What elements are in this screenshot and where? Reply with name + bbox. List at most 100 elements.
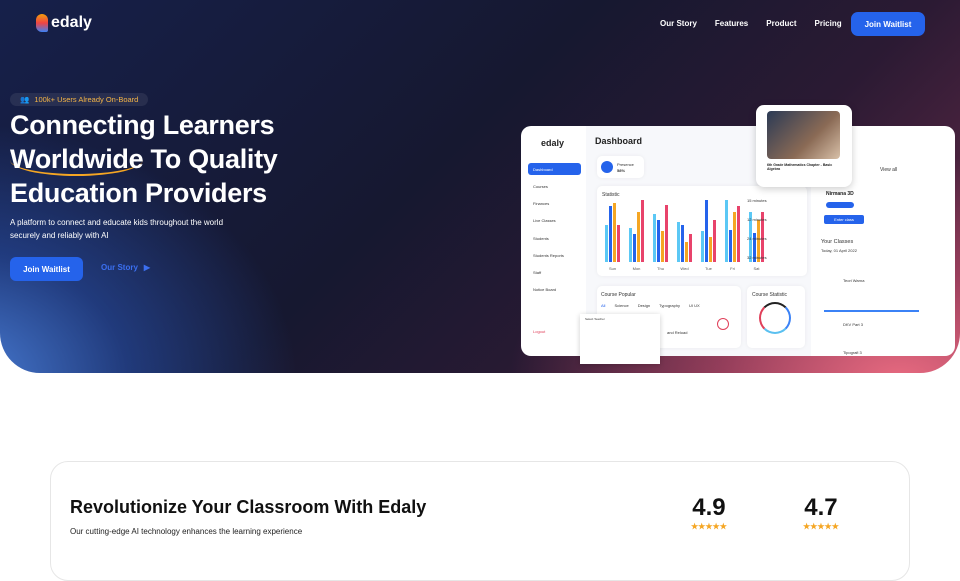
bar xyxy=(617,224,620,262)
presence-card: Presence 58% xyxy=(597,156,644,178)
statistic-title: Statistic xyxy=(602,192,620,198)
bar xyxy=(685,242,688,262)
day-label: Fri xyxy=(730,266,735,271)
bar xyxy=(733,212,736,262)
teacher-dropdown: Select Teacher xyxy=(580,314,660,364)
minutes-item: 15 minutes xyxy=(747,198,767,203)
dashboard-logo: edaly xyxy=(541,138,565,148)
bar xyxy=(713,219,716,262)
bar xyxy=(677,221,680,262)
hero-subtitle: A platform to connect and educate kids t… xyxy=(10,218,224,240)
course-tab: Science xyxy=(614,303,629,308)
play-icon: ▶ xyxy=(143,263,151,272)
stars-icon: ★★★★★ xyxy=(803,522,839,531)
sidebar-label: Courses xyxy=(533,183,548,189)
sidebar-item-courses: Courses xyxy=(528,180,581,192)
bar xyxy=(709,237,712,262)
bar xyxy=(633,234,636,262)
sidebar-item-students-reports: Students Reports xyxy=(528,249,581,261)
sidebar-item-logout: Logout xyxy=(528,325,581,337)
sidebar-label: Finances xyxy=(533,200,550,206)
dashboard-sidebar: edaly Dashboard Courses Finances Live Cl… xyxy=(521,126,586,356)
nav-product[interactable]: Product xyxy=(766,19,796,28)
title-line-3: Education Providers xyxy=(10,178,267,208)
bar xyxy=(641,200,644,262)
nav-pricing[interactable]: Pricing xyxy=(815,19,842,28)
bar xyxy=(653,213,656,262)
minutes-item: 32 minutes xyxy=(747,255,767,260)
nav-our-story[interactable]: Our Story xyxy=(660,19,697,28)
logo-text: edaly xyxy=(51,14,92,31)
day-label: Mon xyxy=(632,266,641,271)
rating-value: 4.9 xyxy=(692,494,726,521)
bar xyxy=(613,203,616,262)
bar-group xyxy=(701,200,716,262)
class-item: DKV Part 3 xyxy=(843,322,864,327)
bar xyxy=(737,206,740,262)
day-label: Wed xyxy=(680,266,689,271)
stars-icon: ★★★★★ xyxy=(691,522,727,531)
hero-section: edaly Our Story Features Product Pricing… xyxy=(0,0,960,373)
bar xyxy=(637,212,640,262)
video-card: 6th Grade Mathematics Chapter - Basic Al… xyxy=(756,105,852,187)
view-all-link: View all xyxy=(880,167,898,173)
title-line-1: Connecting Learners xyxy=(10,110,275,140)
day-label: Sun xyxy=(608,266,617,271)
minutes-item: 12 minutes xyxy=(747,217,767,222)
video-thumbnail xyxy=(767,111,840,159)
bar xyxy=(681,224,684,262)
class-item: Tipografi 3 xyxy=(843,350,862,355)
bar xyxy=(689,234,692,262)
badge-text: 100k+ Users Already On-Board xyxy=(34,95,139,104)
statistic-panel: Statistic Sun Mon Thu Wed Tue Fri Sat 15… xyxy=(597,186,807,276)
nav-features[interactable]: Features xyxy=(715,19,748,28)
ratings-card: Revolutionize Your Classroom With Edaly … xyxy=(50,461,910,581)
join-waitlist-nav-button[interactable]: Join Waitlist xyxy=(851,12,925,36)
rating-2: 4.7 ★★★★★ xyxy=(803,494,839,531)
bar xyxy=(661,231,664,262)
users-badge: 👥 100k+ Users Already On-Board xyxy=(10,93,149,106)
course-tab: Typography xyxy=(659,303,681,308)
sidebar-item-live-classes: Live Classes xyxy=(528,214,581,226)
bar xyxy=(729,229,732,262)
rating-1: 4.9 ★★★★★ xyxy=(691,494,727,531)
logo-icon xyxy=(36,14,48,32)
bar-group xyxy=(629,200,644,262)
sidebar-label: Notice Board xyxy=(533,286,557,292)
our-story-label: Our Story xyxy=(101,263,138,272)
day-label: Tue xyxy=(705,266,712,271)
bar xyxy=(705,200,708,262)
title-highlight: Worldwide xyxy=(10,144,144,176)
sidebar-item-finances: Finances xyxy=(528,197,581,209)
users-icon: 👥 xyxy=(20,95,30,104)
join-waitlist-button[interactable]: Join Waitlist xyxy=(10,257,83,281)
bar-group xyxy=(725,200,740,262)
sidebar-label: Dashboard xyxy=(533,166,553,172)
logo[interactable]: edaly xyxy=(36,14,92,32)
bar xyxy=(665,204,668,262)
enter-class-button: Enter class xyxy=(824,215,864,224)
day-label: Thu xyxy=(657,266,664,271)
sidebar-label: Live Classes xyxy=(533,217,556,223)
course-statistic-panel: Course Statistic xyxy=(747,286,805,348)
top-nav: Our Story Features Product Pricing xyxy=(660,19,842,28)
section-text: Our cutting-edge AI technology enhances … xyxy=(70,527,303,536)
minutes-item: 24 minutes xyxy=(747,236,767,241)
course-tab: All xyxy=(601,303,606,308)
dropdown-label: Select Teacher xyxy=(585,317,605,321)
bar xyxy=(605,224,608,262)
course-popular-title: Course Popular xyxy=(601,292,636,298)
your-classes-title: Your Classes xyxy=(821,239,854,245)
presence-label: Presence xyxy=(617,162,634,167)
course-name: Nirmana 3D xyxy=(826,191,854,197)
bar-group xyxy=(605,200,620,262)
sidebar-item-staff: Staff xyxy=(528,266,581,278)
statistic-bars xyxy=(605,200,764,262)
course-tabs: All Science Design Typography UI UX xyxy=(601,303,700,308)
sidebar-label: Students xyxy=(533,235,549,241)
sidebar-item-students: Students xyxy=(528,232,581,244)
sidebar-label: Staff xyxy=(533,269,542,275)
section-title: Revolutionize Your Classroom With Edaly xyxy=(70,497,427,517)
our-story-link[interactable]: Our Story ▶ xyxy=(101,263,150,272)
bar xyxy=(701,231,704,262)
